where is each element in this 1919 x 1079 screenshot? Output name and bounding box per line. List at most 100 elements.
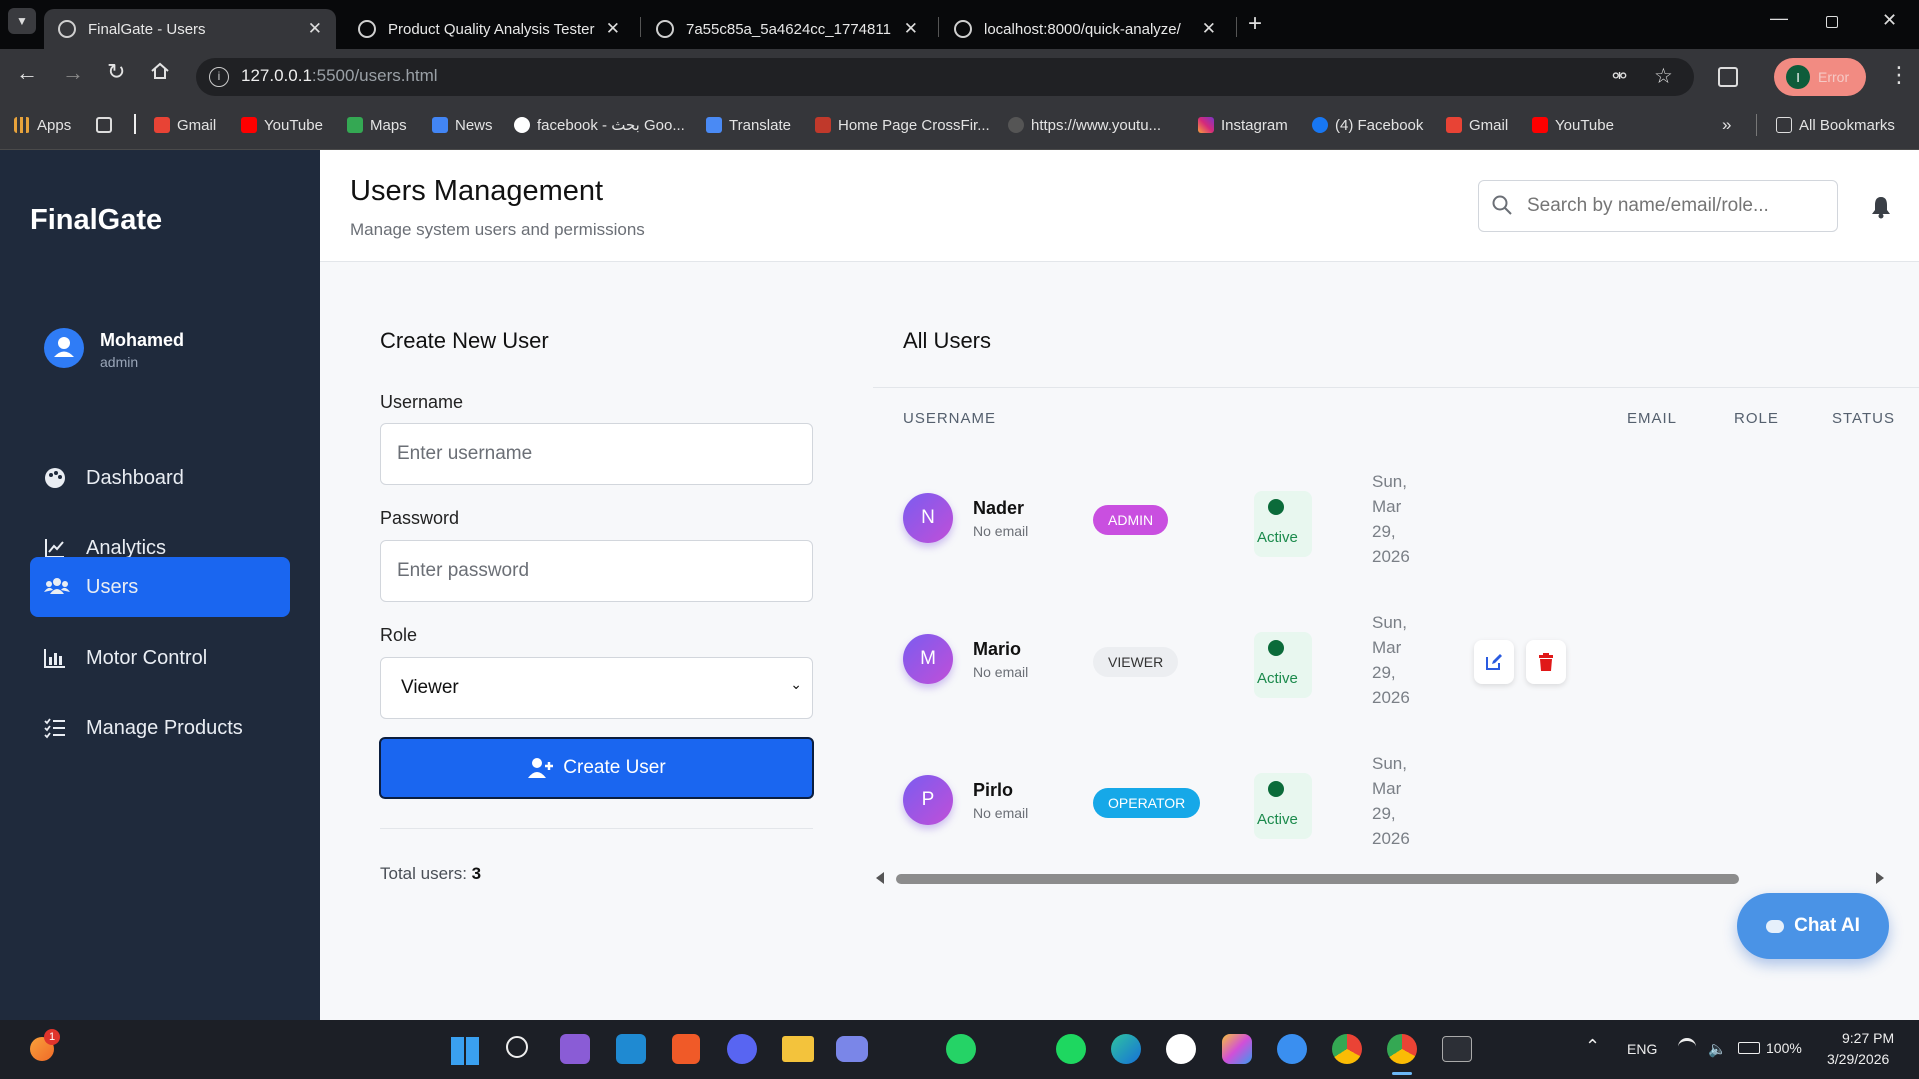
status-dot — [1268, 781, 1284, 797]
tab-divider — [1236, 17, 1237, 37]
restore-button[interactable] — [1826, 16, 1838, 28]
bookmarks-overflow-icon[interactable]: » — [1722, 113, 1731, 137]
sidebar-item-dashboard[interactable]: Dashboard — [30, 448, 290, 508]
close-icon[interactable]: ✕ — [606, 19, 620, 39]
bookmark-translate[interactable]: Translate — [706, 113, 791, 137]
back-button[interactable]: ← — [16, 60, 38, 86]
spotify-icon[interactable] — [1056, 1034, 1086, 1064]
discord-icon[interactable] — [727, 1034, 757, 1064]
bookmark-maps[interactable]: Maps — [347, 113, 407, 137]
taskbar-search-icon[interactable] — [506, 1036, 528, 1058]
date-part: Sun, — [1372, 613, 1407, 632]
chevron-up-icon[interactable]: ⌃ — [1585, 1036, 1600, 1057]
tab-quick-analyze[interactable]: localhost:8000/quick-analyze/ ✕ — [940, 9, 1230, 49]
language-indicator[interactable]: ENG — [1627, 1041, 1657, 1057]
instagram-icon — [1198, 117, 1214, 133]
sidebar: FinalGate Mohamed admin Dashboard Analyt… — [0, 150, 320, 1020]
date-part: 29, — [1372, 804, 1396, 823]
password-field[interactable]: Enter password — [380, 540, 813, 602]
tab-title: 7a55c85a_5a4624cc_17748113240 — [686, 20, 891, 38]
tab-search-button[interactable]: ▼ — [8, 8, 36, 34]
table-divider — [873, 387, 1919, 388]
sidebar-item-manage-products[interactable]: Manage Products — [30, 698, 290, 758]
wifi-icon[interactable] — [1678, 1038, 1696, 1056]
bookmark-gmail[interactable]: Gmail — [154, 113, 216, 137]
extensions-icon[interactable] — [1718, 67, 1738, 87]
close-window-button[interactable]: ✕ — [1882, 10, 1897, 31]
bookmark-star-icon[interactable]: ☆ — [1654, 64, 1673, 89]
terminal-icon[interactable] — [1442, 1036, 1472, 1062]
brave-icon[interactable] — [672, 1034, 700, 1064]
chat-ai-button[interactable]: Chat AI — [1737, 893, 1889, 959]
bookmark-grid[interactable] — [96, 113, 119, 137]
wordpress-icon[interactable] — [1166, 1034, 1196, 1064]
tab-hash-file[interactable]: 7a55c85a_5a4624cc_17748113240 ✕ — [642, 9, 932, 49]
clock-date[interactable]: 3/29/2026 — [1827, 1051, 1889, 1067]
vscode-icon[interactable] — [616, 1034, 646, 1064]
bell-icon[interactable] — [1870, 195, 1892, 219]
search-input[interactable] — [1527, 193, 1827, 219]
page-header: Users Management Manage system users and… — [320, 150, 1919, 262]
role-badge-viewer: VIEWER — [1093, 647, 1179, 677]
create-user-button[interactable]: Create User — [379, 737, 814, 799]
tab-product-quality[interactable]: Product Quality Analysis Tester ✕ — [344, 9, 634, 49]
bookmark-label: facebook - بحث Goo... — [537, 117, 685, 134]
edit-user-button[interactable] — [1474, 640, 1514, 684]
profile-button[interactable]: I Error — [1774, 58, 1866, 96]
bookmark-gmail-2[interactable]: Gmail — [1446, 113, 1508, 137]
whatsapp-icon[interactable] — [946, 1034, 976, 1064]
palette-icon — [45, 468, 65, 488]
bookmark-youtube[interactable]: YouTube — [241, 113, 323, 137]
copilot-icon[interactable] — [1222, 1034, 1252, 1064]
username-field[interactable]: Enter username — [380, 423, 813, 485]
chrome-active-icon[interactable] — [1387, 1034, 1417, 1064]
tab-finalgate-users[interactable]: FinalGate - Users ✕ — [44, 9, 336, 49]
home-button[interactable] — [150, 61, 170, 81]
game-icon[interactable] — [836, 1036, 868, 1062]
url-text[interactable]: 127.0.0.1:5500/users.html — [241, 66, 438, 86]
horizontal-scrollbar[interactable] — [896, 874, 1739, 884]
chrome-icon[interactable] — [1332, 1034, 1362, 1064]
bookmark-crossfire[interactable]: Home Page CrossFir... — [815, 113, 990, 137]
bookmark-instagram[interactable]: Instagram — [1198, 113, 1288, 137]
bookmark-youtube-link[interactable]: https://www.youtu... — [1008, 113, 1161, 137]
clock-time[interactable]: 9:27 PM — [1842, 1030, 1894, 1046]
edge-icon[interactable] — [1111, 1034, 1141, 1064]
role-select[interactable]: Viewer ⌄ — [380, 657, 813, 719]
total-users-count: 3 — [471, 864, 482, 883]
sidebar-item-users[interactable]: Users — [30, 557, 290, 617]
bookmark-youtube-2[interactable]: YouTube — [1532, 113, 1614, 137]
windows-start-icon[interactable] — [451, 1037, 479, 1065]
forward-button[interactable]: → — [62, 60, 84, 86]
bookmark-news[interactable]: News — [432, 113, 493, 137]
total-users: Total users: 3 — [380, 864, 481, 884]
close-icon[interactable]: ✕ — [1202, 19, 1216, 39]
delete-user-button[interactable] — [1526, 640, 1566, 684]
bookmark-label: https://www.youtu... — [1031, 116, 1162, 134]
bookmark-apps[interactable]: Apps — [14, 113, 71, 137]
close-icon[interactable]: ✕ — [904, 19, 918, 39]
crossfire-icon — [815, 117, 831, 133]
user-plus-icon — [528, 758, 554, 778]
site-info-icon[interactable]: i — [209, 67, 229, 87]
password-key-icon[interactable]: ⚮ — [1612, 66, 1627, 87]
minimize-button[interactable]: — — [1770, 8, 1788, 29]
sidebar-item-motor-control[interactable]: Motor Control — [30, 628, 290, 688]
scroll-left-arrow[interactable] — [876, 872, 884, 884]
search-box[interactable] — [1478, 180, 1838, 232]
visual-studio-icon[interactable] — [560, 1034, 590, 1064]
browser-menu-icon[interactable]: ⋮ — [1888, 62, 1910, 88]
volume-icon[interactable]: 🔈 — [1708, 1040, 1727, 1058]
new-tab-button[interactable]: + — [1248, 10, 1262, 38]
battery-icon[interactable] — [1738, 1042, 1760, 1054]
file-explorer-icon[interactable] — [782, 1036, 814, 1062]
user-icon — [54, 337, 74, 357]
bookmark-facebook[interactable]: (4) Facebook — [1312, 113, 1423, 137]
browser-app-icon[interactable] — [1277, 1034, 1307, 1064]
scroll-right-arrow[interactable] — [1876, 872, 1884, 884]
close-icon[interactable]: ✕ — [308, 19, 322, 39]
bookmark-facebook-search[interactable]: facebook - بحث Goo... — [514, 113, 685, 137]
reload-button[interactable]: ↻ — [107, 59, 125, 85]
address-bar[interactable]: i 127.0.0.1:5500/users.html ⚮ ☆ — [196, 58, 1694, 96]
all-bookmarks[interactable]: All Bookmarks — [1776, 113, 1895, 137]
